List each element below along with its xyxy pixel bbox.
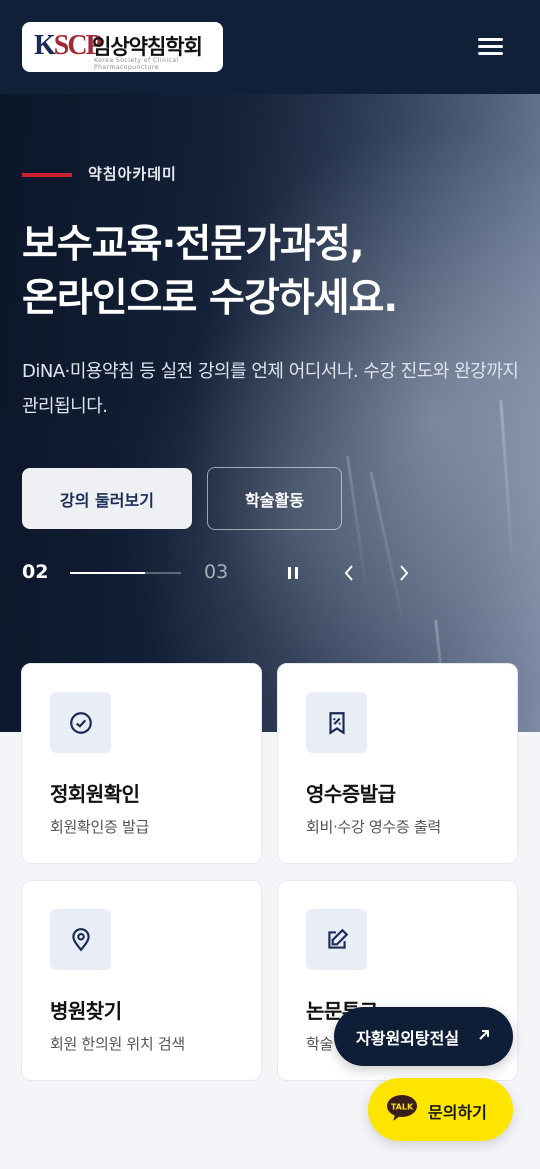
arrow-up-right-icon <box>477 1027 491 1046</box>
chevron-right-icon[interactable] <box>391 560 417 586</box>
hero-banner: 약침아카데미 보수교육·전문가과정, 온라인으로 수강하세요. DiNA·미용약… <box>0 0 540 732</box>
pause-icon[interactable] <box>280 560 306 586</box>
logo-mark: KSCP <box>34 30 103 61</box>
herbal-dispensary-button[interactable]: 자황원외탕전실 <box>334 1007 513 1066</box>
slide-current-index: 02 <box>22 561 49 583</box>
card-find-clinic[interactable]: 병원찾기 회원 한의원 위치 검색 <box>21 880 262 1081</box>
card-receipt[interactable]: 영수증발급 회비·수강 영수증 출력 <box>277 663 518 864</box>
receipt-icon <box>306 692 367 753</box>
card-title: 정회원확인 <box>50 782 140 806</box>
eyebrow-accent-line <box>22 173 72 177</box>
card-desc: 회원확인증 발급 <box>50 818 149 836</box>
site-header: KSCP 임상약침학회 Korea Society of Clinical Ph… <box>0 0 540 94</box>
hamburger-icon[interactable] <box>472 34 508 62</box>
card-member-verify[interactable]: 정회원확인 회원확인증 발급 <box>21 663 262 864</box>
kakao-talk-icon: TALK <box>387 1095 417 1121</box>
card-desc: 회원 한의원 위치 검색 <box>50 1035 185 1053</box>
check-circle-icon <box>50 692 111 753</box>
slide-next-index: 03 <box>204 561 229 583</box>
card-title: 영수증발급 <box>306 782 396 806</box>
hero-subtitle: DiNA·미용약침 등 실전 강의를 언제 어디서나. 수강 진도와 완강까지 … <box>22 361 519 417</box>
slide-progress-bar <box>70 572 181 574</box>
edit-icon <box>306 909 367 970</box>
kakao-inquiry-label: 문의하기 <box>428 1103 487 1122</box>
card-desc: 회비·수강 영수증 출력 <box>306 818 441 836</box>
hero-eyebrow: 약침아카데미 <box>88 165 177 183</box>
kakao-talk-badge: TALK <box>391 1103 414 1112</box>
kakao-inquiry-button[interactable]: TALK 문의하기 <box>368 1078 513 1141</box>
card-title: 병원찾기 <box>50 999 122 1023</box>
site-logo[interactable]: KSCP 임상약침학회 Korea Society of Clinical Ph… <box>22 22 223 72</box>
map-pin-icon <box>50 909 111 970</box>
browse-courses-button[interactable]: 강의 둘러보기 <box>22 468 192 529</box>
chevron-left-icon[interactable] <box>336 560 362 586</box>
slide-progress-fill <box>70 572 146 574</box>
hero-headline-line2: 온라인으로 수강하세요. <box>22 276 398 321</box>
herbal-dispensary-label: 자황원외탕전실 <box>356 1028 460 1048</box>
card-desc: 학술 <box>306 1035 334 1053</box>
academic-activities-button[interactable]: 학술활동 <box>207 467 342 530</box>
hero-headline-line1: 보수교육·전문가과정, <box>22 222 365 267</box>
hero-headline: 보수교육·전문가과정, 온라인으로 수강하세요. <box>22 218 522 326</box>
logo-tagline: Korea Society of Clinical Pharmacopunctu… <box>94 57 179 71</box>
